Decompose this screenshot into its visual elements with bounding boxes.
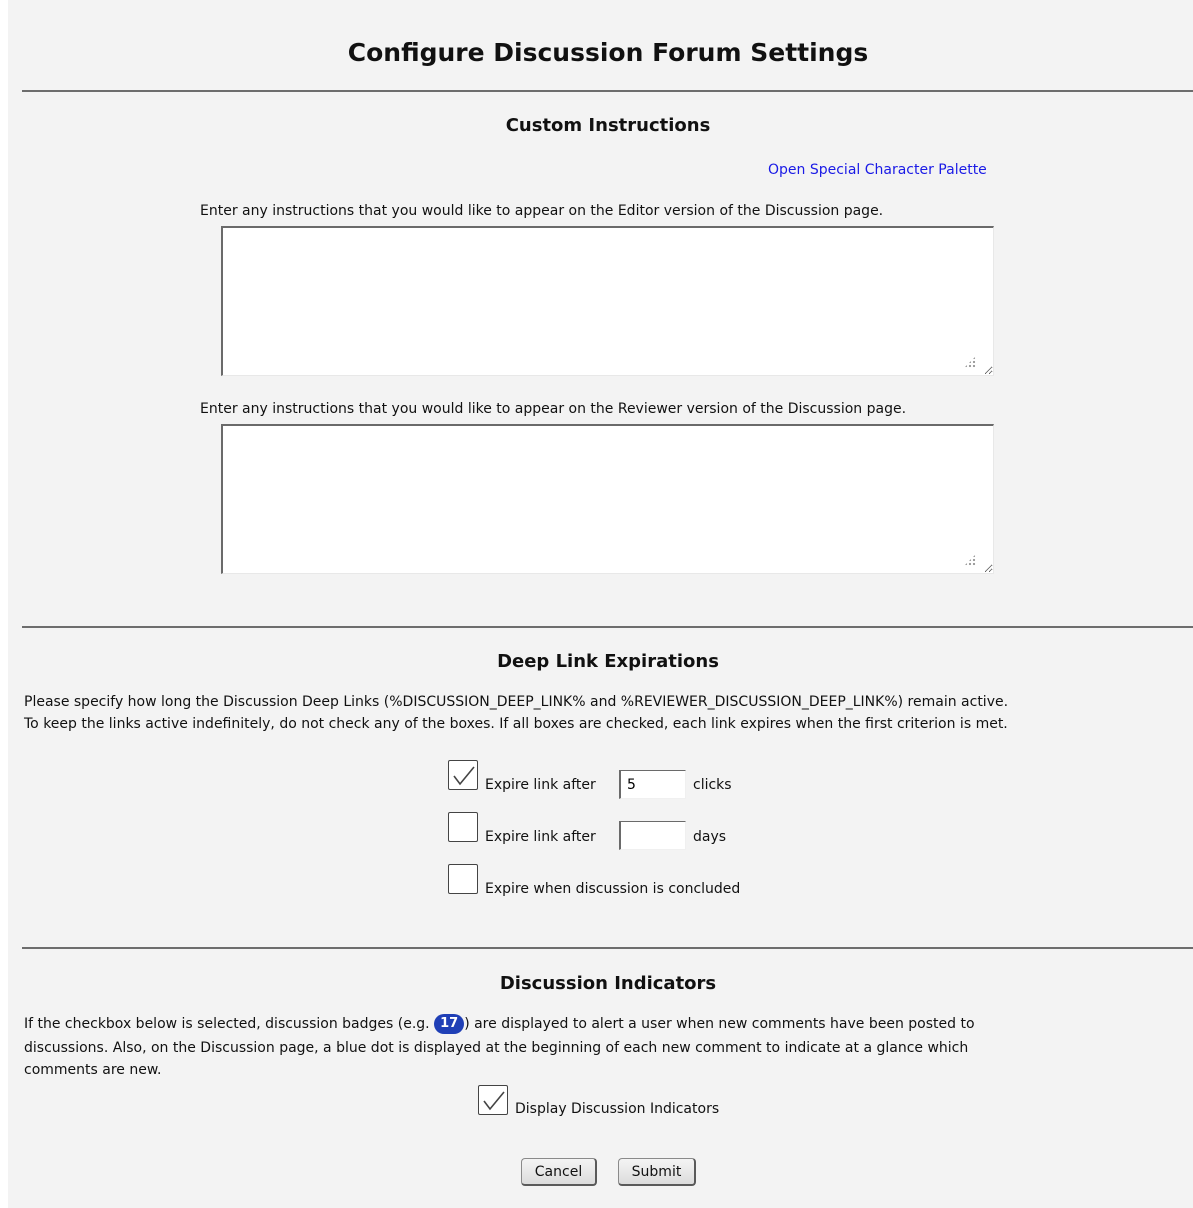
deep-link-heading: Deep Link Expirations	[497, 651, 719, 672]
expire-days-unit: days	[693, 829, 727, 845]
indicators-description-line3: comments are new.	[24, 1062, 162, 1078]
display-indicators-checkbox[interactable]	[478, 1085, 508, 1115]
checkmark-icon	[453, 766, 475, 786]
cancel-button[interactable]: Cancel	[521, 1158, 597, 1186]
deep-link-description-line2: To keep the links active indefinitely, d…	[24, 716, 1008, 732]
divider	[22, 947, 1193, 949]
indicators-heading: Discussion Indicators	[499, 973, 717, 994]
deep-link-description-line1: Please specify how long the Discussion D…	[24, 694, 1009, 710]
editor-instructions-textarea[interactable]	[221, 226, 994, 376]
expire-clicks-checkbox[interactable]	[448, 760, 478, 790]
expire-clicks-input[interactable]	[619, 770, 686, 799]
indicators-text-before: If the checkbox below is selected, discu…	[24, 1016, 435, 1032]
divider	[22, 90, 1193, 92]
expire-concluded-checkbox[interactable]	[448, 864, 478, 894]
page-title: Configure Discussion Forum Settings	[347, 38, 869, 67]
expire-clicks-unit: clicks	[693, 777, 732, 793]
indicators-description-line2: discussions. Also, on the Discussion pag…	[24, 1040, 969, 1056]
custom-instructions-heading: Custom Instructions	[505, 115, 711, 136]
reviewer-instructions-label: Enter any instructions that you would li…	[200, 401, 907, 417]
expire-clicks-label: Expire link after	[485, 777, 596, 793]
checkmark-icon	[483, 1091, 505, 1111]
display-indicators-label: Display Discussion Indicators	[515, 1101, 720, 1117]
expire-days-input[interactable]	[619, 821, 686, 850]
expire-concluded-label: Expire when discussion is concluded	[485, 881, 741, 897]
settings-page: Configure Discussion Forum Settings Cust…	[8, 0, 1193, 1208]
special-character-palette-link[interactable]: Open Special Character Palette	[768, 162, 987, 178]
discussion-badge: 17	[434, 1014, 465, 1034]
submit-button[interactable]: Submit	[618, 1158, 696, 1186]
expire-days-checkbox[interactable]	[448, 812, 478, 842]
indicators-description-line1: If the checkbox below is selected, discu…	[24, 1014, 975, 1034]
divider	[22, 626, 1193, 628]
indicators-text-after: ) are displayed to alert a user when new…	[464, 1016, 975, 1032]
expire-days-label: Expire link after	[485, 829, 596, 845]
editor-instructions-label: Enter any instructions that you would li…	[200, 203, 884, 219]
reviewer-instructions-textarea[interactable]	[221, 424, 994, 574]
